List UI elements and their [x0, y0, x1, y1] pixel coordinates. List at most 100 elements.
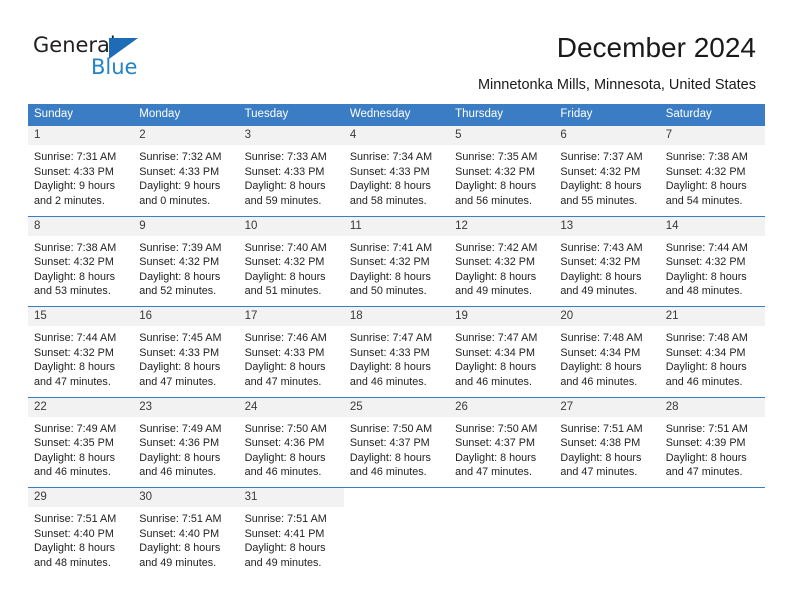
day-detail-line: and 56 minutes.	[455, 194, 532, 207]
day-detail-line: and 47 minutes.	[244, 375, 322, 388]
day-detail-line: Sunset: 4:41 PM	[244, 527, 325, 540]
day-details: Sunrise: 7:31 AM Sunset: 4:33 PM Daylight:…	[28, 145, 133, 208]
day-detail-line: Sunrise: 7:33 AM	[244, 151, 327, 163]
day-number: 18	[343, 307, 450, 326]
day-detail-line: Daylight: 8 hours	[34, 542, 116, 555]
calendar-week-row: 22 Sunrise: 7:49 AM Sunset: 4:35 PM Dayligh…	[28, 396, 765, 487]
day-details: Sunrise: 7:47 AM Sunset: 4:34 PM Daylight:…	[449, 326, 554, 389]
day-cell[interactable]: 25 Sunrise: 7:50 AM Sunset: 4:37 PM Dayligh…	[343, 396, 450, 487]
day-details: Sunrise: 7:51 AM Sunset: 4:38 PM Daylight:…	[554, 417, 659, 480]
page-title: December 2024	[556, 32, 756, 63]
day-details: Sunrise: 7:33 AM Sunset: 4:33 PM Daylight:…	[239, 145, 344, 208]
day-cell[interactable]: 28 Sunrise: 7:51 AM Sunset: 4:39 PM Dayligh…	[659, 396, 765, 487]
day-detail-line: Sunrise: 7:39 AM	[139, 241, 222, 254]
day-cell[interactable]: 12 Sunrise: 7:42 AM Sunset: 4:32 PM Dayligh…	[449, 215, 555, 306]
day-cell[interactable]: 26 Sunrise: 7:50 AM Sunset: 4:37 PM Dayligh…	[449, 396, 555, 487]
day-cell[interactable]: 1 Sunrise: 7:31 AM Sunset: 4:33 PM Daylight…	[28, 125, 134, 216]
day-number: 19	[449, 307, 555, 326]
day-cell[interactable]: 29 Sunrise: 7:51 AM Sunset: 4:40 PM Dayligh…	[28, 487, 134, 578]
day-details: Sunrise: 7:51 AM Sunset: 4:40 PM Daylight:…	[28, 507, 133, 570]
day-details: Sunrise: 7:48 AM Sunset: 4:34 PM Daylight:…	[660, 326, 765, 389]
day-number: 4	[343, 126, 450, 145]
day-cell[interactable]: 31 Sunrise: 7:51 AM Sunset: 4:41 PM Dayligh…	[238, 487, 344, 578]
day-cell[interactable]: 6 Sunrise: 7:37 AM Sunset: 4:32 PM Daylight…	[554, 125, 660, 216]
day-detail-line: Daylight: 8 hours	[560, 180, 642, 193]
day-cell[interactable]: 4 Sunrise: 7:34 AM Sunset: 4:33 PM Daylight…	[343, 125, 450, 216]
day-detail-line: Daylight: 8 hours	[665, 270, 747, 283]
day-detail-line: Daylight: 8 hours	[455, 361, 537, 374]
day-detail-line: Sunrise: 7:31 AM	[34, 151, 117, 163]
month-calendar: Sunday Monday Tuesday Wednesday Thursday Frid…	[28, 104, 765, 578]
day-cell[interactable]: 16 Sunrise: 7:45 AM Sunset: 4:33 PM Dayligh…	[133, 306, 239, 397]
day-detail-line: and 49 minutes.	[244, 556, 322, 569]
day-detail-line: Daylight: 8 hours	[34, 451, 116, 464]
day-cell[interactable]: 21 Sunrise: 7:48 AM Sunset: 4:34 PM Dayligh…	[659, 306, 765, 397]
day-detail-line: Sunset: 4:33 PM	[349, 346, 430, 359]
day-number: 29	[28, 488, 134, 507]
day-cell[interactable]: 19 Sunrise: 7:47 AM Sunset: 4:34 PM Dayligh…	[449, 306, 555, 397]
day-detail-line: Sunrise: 7:46 AM	[244, 332, 327, 344]
day-details: Sunrise: 7:40 AM Sunset: 4:32 PM Daylight:…	[239, 236, 344, 299]
day-detail-line: Daylight: 8 hours	[244, 180, 326, 193]
day-detail-line: Sunrise: 7:47 AM	[455, 332, 538, 344]
day-cell[interactable]: 17 Sunrise: 7:46 AM Sunset: 4:33 PM Dayligh…	[238, 306, 344, 397]
day-number: 8	[28, 216, 134, 236]
day-cell[interactable]: 22 Sunrise: 7:49 AM Sunset: 4:35 PM Dayligh…	[28, 396, 134, 487]
day-detail-line: Daylight: 8 hours	[349, 451, 431, 464]
day-detail-line: Sunset: 4:32 PM	[34, 346, 114, 359]
day-cell-empty	[659, 487, 765, 578]
page-subtitle-location: Minnetonka Mills, Minnesota, United Stat…	[477, 77, 756, 93]
day-cell[interactable]: 8 Sunrise: 7:38 AM Sunset: 4:32 PM Daylight…	[28, 215, 134, 306]
day-detail-line: Sunset: 4:32 PM	[455, 256, 535, 269]
day-cell[interactable]: 2 Sunrise: 7:32 AM Sunset: 4:33 PM Daylight…	[133, 125, 239, 216]
day-cell[interactable]: 14 Sunrise: 7:44 AM Sunset: 4:32 PM Dayligh…	[659, 215, 765, 306]
day-cell[interactable]: 30 Sunrise: 7:51 AM Sunset: 4:40 PM Dayligh…	[133, 487, 239, 578]
day-cell[interactable]: 5 Sunrise: 7:35 AM Sunset: 4:32 PM Daylight…	[449, 125, 555, 216]
day-details: Sunrise: 7:49 AM Sunset: 4:35 PM Daylight:…	[28, 417, 133, 480]
day-detail-line: Daylight: 8 hours	[139, 270, 221, 283]
day-details: Sunrise: 7:35 AM Sunset: 4:32 PM Daylight:…	[449, 145, 554, 208]
day-detail-line: Sunrise: 7:40 AM	[244, 241, 327, 254]
day-detail-line: Daylight: 8 hours	[349, 270, 431, 283]
day-cell[interactable]: 10 Sunrise: 7:40 AM Sunset: 4:32 PM Dayligh…	[238, 215, 344, 306]
day-number: 6	[554, 126, 660, 145]
day-detail-line: Sunrise: 7:43 AM	[560, 241, 643, 254]
day-details: Sunrise: 7:38 AM Sunset: 4:32 PM Daylight:…	[28, 236, 133, 299]
day-detail-line: Daylight: 8 hours	[139, 451, 221, 464]
day-detail-line: Daylight: 8 hours	[34, 361, 116, 374]
day-detail-line: Sunset: 4:32 PM	[34, 256, 114, 269]
day-detail-line: Sunrise: 7:42 AM	[455, 241, 538, 254]
day-cell[interactable]: 3 Sunrise: 7:33 AM Sunset: 4:33 PM Daylight…	[238, 125, 344, 216]
day-cell[interactable]: 24 Sunrise: 7:50 AM Sunset: 4:36 PM Dayligh…	[238, 396, 344, 487]
day-detail-line: Daylight: 9 hours	[34, 180, 116, 193]
general-blue-logo[interactable]: General Blue	[33, 34, 163, 86]
day-details: Sunrise: 7:49 AM Sunset: 4:36 PM Daylight:…	[133, 417, 238, 480]
day-cell[interactable]: 20 Sunrise: 7:48 AM Sunset: 4:34 PM Dayligh…	[554, 306, 660, 397]
day-detail-line: and 46 minutes.	[244, 466, 322, 479]
day-cell[interactable]: 27 Sunrise: 7:51 AM Sunset: 4:38 PM Dayligh…	[554, 396, 660, 487]
day-detail-line: Sunrise: 7:50 AM	[244, 422, 327, 435]
day-cell[interactable]: 7 Sunrise: 7:38 AM Sunset: 4:32 PM Daylight…	[659, 125, 765, 216]
day-cell[interactable]: 23 Sunrise: 7:49 AM Sunset: 4:36 PM Dayligh…	[133, 396, 239, 487]
day-cell[interactable]: 9 Sunrise: 7:39 AM Sunset: 4:32 PM Daylight…	[133, 215, 239, 306]
day-cell[interactable]: 11 Sunrise: 7:41 AM Sunset: 4:32 PM Dayligh…	[343, 215, 450, 306]
day-detail-line: and 50 minutes.	[349, 285, 427, 298]
day-details: Sunrise: 7:48 AM Sunset: 4:34 PM Daylight:…	[554, 326, 659, 389]
day-detail-line: Sunset: 4:32 PM	[665, 165, 746, 178]
day-detail-line: Sunset: 4:40 PM	[139, 527, 220, 540]
day-number: 9	[133, 216, 239, 236]
day-detail-line: Sunrise: 7:50 AM	[455, 422, 538, 435]
day-detail-line: and 48 minutes.	[34, 556, 111, 569]
day-number: 13	[554, 216, 660, 236]
day-cell[interactable]: 15 Sunrise: 7:44 AM Sunset: 4:32 PM Dayligh…	[28, 306, 134, 397]
day-number	[554, 488, 660, 507]
day-cell[interactable]: 13 Sunrise: 7:43 AM Sunset: 4:32 PM Dayligh…	[554, 215, 660, 306]
day-detail-line: Sunrise: 7:34 AM	[349, 151, 433, 163]
day-number: 24	[238, 397, 344, 417]
day-cell[interactable]: 18 Sunrise: 7:47 AM Sunset: 4:33 PM Dayligh…	[343, 306, 450, 397]
day-details: Sunrise: 7:44 AM Sunset: 4:32 PM Daylight:…	[660, 236, 765, 299]
day-detail-line: Sunrise: 7:51 AM	[34, 513, 117, 525]
day-detail-line: and 47 minutes.	[455, 466, 532, 479]
day-cell-empty	[449, 487, 555, 578]
day-detail-line: Sunrise: 7:37 AM	[560, 151, 643, 163]
